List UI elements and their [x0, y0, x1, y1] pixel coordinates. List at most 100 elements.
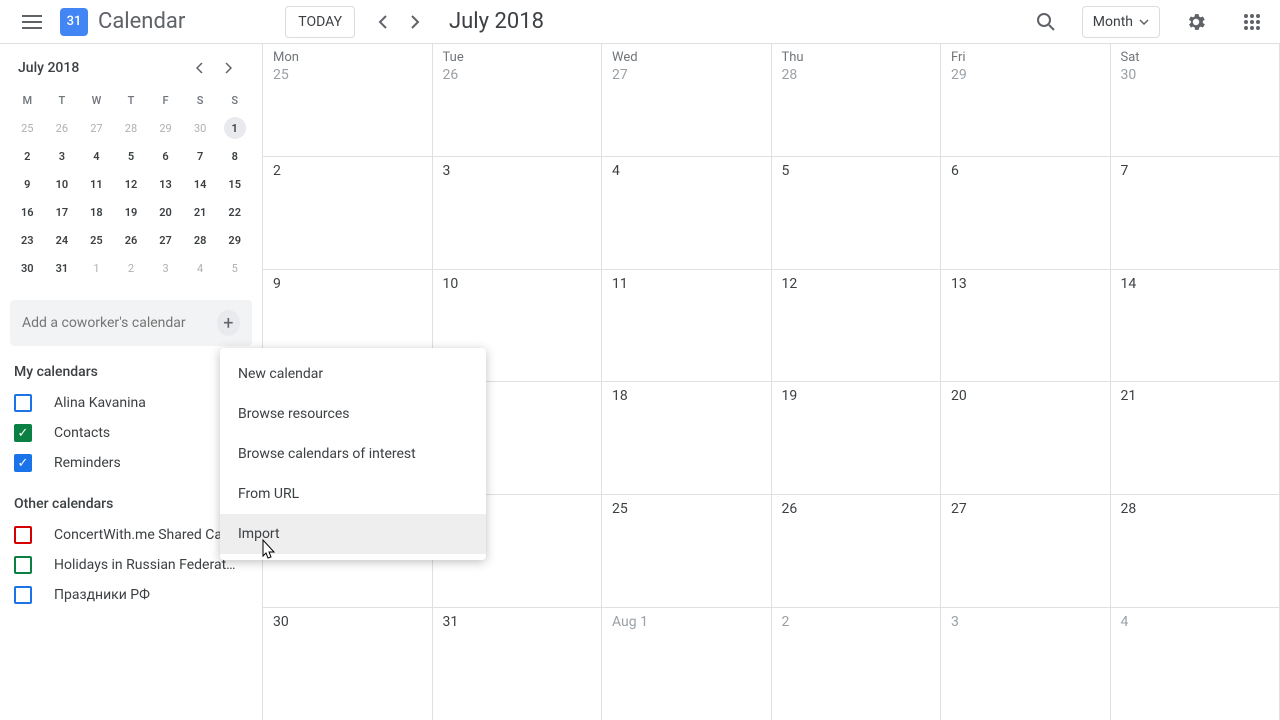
today-button[interactable]: TODAY [285, 6, 355, 38]
mini-day[interactable]: 14 [183, 170, 218, 198]
day-cell[interactable]: 4 [1111, 608, 1280, 720]
day-cell[interactable]: 31 [433, 608, 603, 720]
calendar-item[interactable]: Holidays in Russian Federat… [10, 550, 252, 580]
next-period-button[interactable] [399, 6, 431, 38]
mini-day[interactable]: 27 [79, 114, 114, 142]
add-coworker-plus-button[interactable]: + [217, 310, 240, 336]
other-calendars-heading[interactable]: Other calendars [14, 496, 248, 512]
mini-day[interactable]: 23 [10, 226, 45, 254]
mini-day[interactable]: 18 [79, 198, 114, 226]
mini-day[interactable]: 19 [114, 198, 149, 226]
mini-day[interactable]: 25 [10, 114, 45, 142]
day-cell[interactable]: 6 [941, 157, 1111, 269]
day-cell[interactable]: 3 [433, 157, 603, 269]
day-cell[interactable]: Sat30 [1111, 44, 1280, 156]
menu-item[interactable]: Import [220, 514, 486, 554]
mini-day[interactable]: 6 [148, 142, 183, 170]
mini-day[interactable]: 11 [79, 170, 114, 198]
day-cell[interactable]: 5 [772, 157, 942, 269]
mini-day[interactable]: 2 [114, 254, 149, 282]
day-cell[interactable]: 25 [602, 495, 772, 607]
mini-day[interactable]: 5 [217, 254, 252, 282]
menu-item[interactable]: Browse resources [220, 394, 486, 434]
day-cell[interactable]: 26 [772, 495, 942, 607]
mini-day[interactable]: 20 [148, 198, 183, 226]
mini-day[interactable]: 25 [79, 226, 114, 254]
mini-day[interactable]: 26 [114, 226, 149, 254]
calendar-item[interactable]: ✓Reminders [10, 448, 252, 478]
day-cell[interactable]: 19 [772, 382, 942, 494]
day-cell[interactable]: 11 [602, 270, 772, 382]
mini-day[interactable]: 22 [217, 198, 252, 226]
day-cell[interactable]: 2 [263, 157, 433, 269]
mini-day[interactable]: 5 [114, 142, 149, 170]
day-cell[interactable]: 28 [1111, 495, 1280, 607]
mini-prev-button[interactable] [196, 62, 216, 74]
mini-day[interactable]: 8 [217, 142, 252, 170]
calendar-item[interactable]: Alina Kavanina [10, 388, 252, 418]
calendar-item[interactable]: Праздники РФ [10, 580, 252, 610]
menu-item[interactable]: Browse calendars of interest [220, 434, 486, 474]
day-cell[interactable]: 4 [602, 157, 772, 269]
day-cell[interactable]: 13 [941, 270, 1111, 382]
mini-day[interactable]: 4 [79, 142, 114, 170]
day-cell[interactable]: Tue26 [433, 44, 603, 156]
mini-day[interactable]: 28 [114, 114, 149, 142]
calendar-checkbox[interactable]: ✓ [14, 454, 32, 472]
calendar-item[interactable]: ConcertWith.me Shared Cal… [10, 520, 252, 550]
mini-day[interactable]: 1 [224, 117, 246, 139]
prev-period-button[interactable] [367, 6, 399, 38]
mini-day[interactable]: 9 [10, 170, 45, 198]
mini-day[interactable]: 24 [45, 226, 80, 254]
calendar-item[interactable]: ✓Contacts [10, 418, 252, 448]
day-cell[interactable]: Aug 1 [602, 608, 772, 720]
my-calendars-heading[interactable]: My calendars [14, 364, 248, 380]
day-cell[interactable]: 7 [1111, 157, 1280, 269]
mini-day[interactable]: 29 [217, 226, 252, 254]
day-cell[interactable]: Thu28 [772, 44, 942, 156]
mini-day[interactable]: 27 [148, 226, 183, 254]
mini-day[interactable]: 12 [114, 170, 149, 198]
mini-day[interactable]: 16 [10, 198, 45, 226]
settings-button[interactable] [1176, 2, 1216, 42]
day-cell[interactable]: 18 [602, 382, 772, 494]
mini-day[interactable]: 26 [45, 114, 80, 142]
main-menu-button[interactable] [8, 0, 56, 44]
mini-day[interactable]: 3 [45, 142, 80, 170]
day-cell[interactable]: 27 [941, 495, 1111, 607]
mini-day[interactable]: 29 [148, 114, 183, 142]
menu-item[interactable]: New calendar [220, 354, 486, 394]
calendar-checkbox[interactable]: ✓ [14, 424, 32, 442]
mini-day[interactable]: 10 [45, 170, 80, 198]
mini-day[interactable]: 7 [183, 142, 218, 170]
view-select[interactable]: Month [1082, 6, 1160, 38]
mini-day[interactable]: 1 [79, 254, 114, 282]
day-cell[interactable]: 12 [772, 270, 942, 382]
day-cell[interactable]: Fri29 [941, 44, 1111, 156]
mini-day[interactable]: 21 [183, 198, 218, 226]
mini-day[interactable]: 31 [45, 254, 80, 282]
mini-day[interactable]: 17 [45, 198, 80, 226]
calendar-checkbox[interactable] [14, 526, 32, 544]
add-coworker-input[interactable] [22, 315, 217, 331]
mini-day[interactable]: 2 [10, 142, 45, 170]
day-cell[interactable]: Wed27 [602, 44, 772, 156]
day-cell[interactable]: 3 [941, 608, 1111, 720]
mini-day[interactable]: 30 [10, 254, 45, 282]
calendar-checkbox[interactable] [14, 394, 32, 412]
mini-day[interactable]: 3 [148, 254, 183, 282]
day-cell[interactable]: Mon25 [263, 44, 433, 156]
day-cell[interactable]: 20 [941, 382, 1111, 494]
mini-day[interactable]: 28 [183, 226, 218, 254]
menu-item[interactable]: From URL [220, 474, 486, 514]
day-cell[interactable]: 14 [1111, 270, 1280, 382]
calendar-checkbox[interactable] [14, 586, 32, 604]
mini-day[interactable]: 4 [183, 254, 218, 282]
apps-button[interactable] [1232, 2, 1272, 42]
day-cell[interactable]: 21 [1111, 382, 1280, 494]
mini-day[interactable]: 13 [148, 170, 183, 198]
day-cell[interactable]: 2 [772, 608, 942, 720]
calendar-checkbox[interactable] [14, 556, 32, 574]
mini-day[interactable]: 30 [183, 114, 218, 142]
day-cell[interactable]: 30 [263, 608, 433, 720]
